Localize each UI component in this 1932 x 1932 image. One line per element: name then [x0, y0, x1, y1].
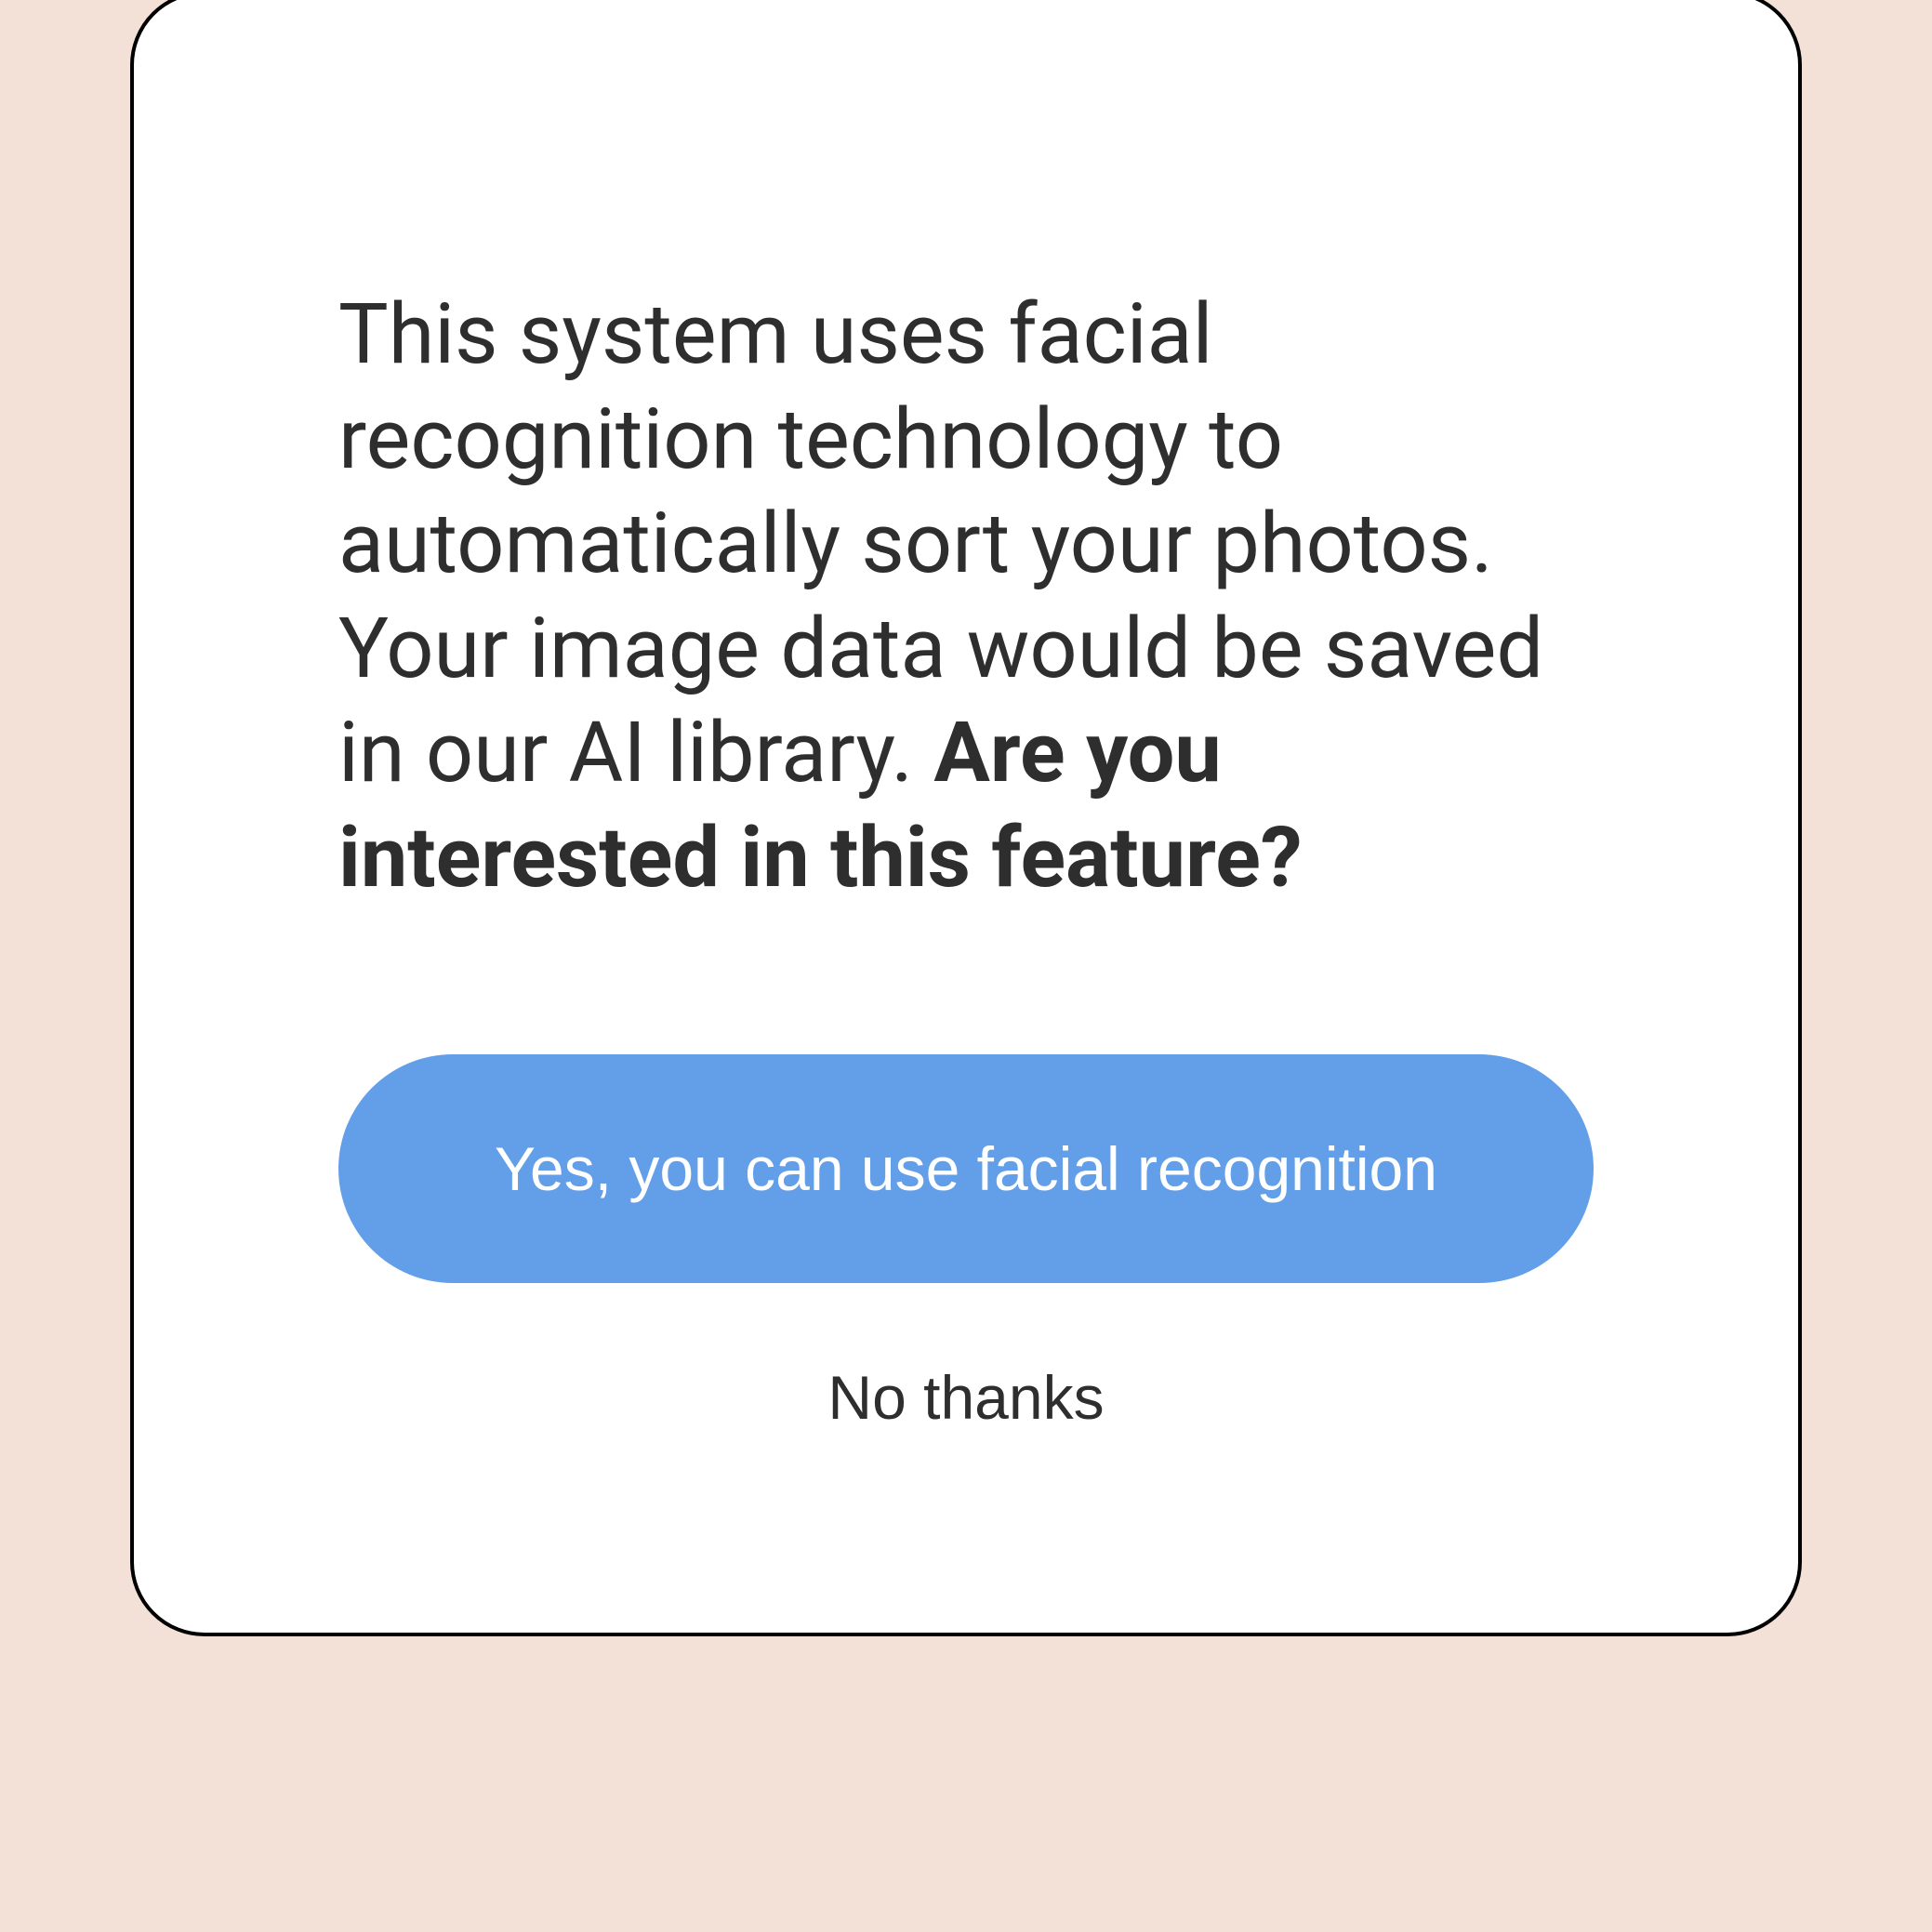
- dialog-description: This system uses facial recognition tech…: [338, 283, 1594, 910]
- accept-button[interactable]: Yes, you can use facial recognition: [338, 1054, 1594, 1283]
- consent-dialog: This system uses facial recognition tech…: [130, 0, 1802, 1636]
- decline-button[interactable]: No thanks: [338, 1362, 1594, 1433]
